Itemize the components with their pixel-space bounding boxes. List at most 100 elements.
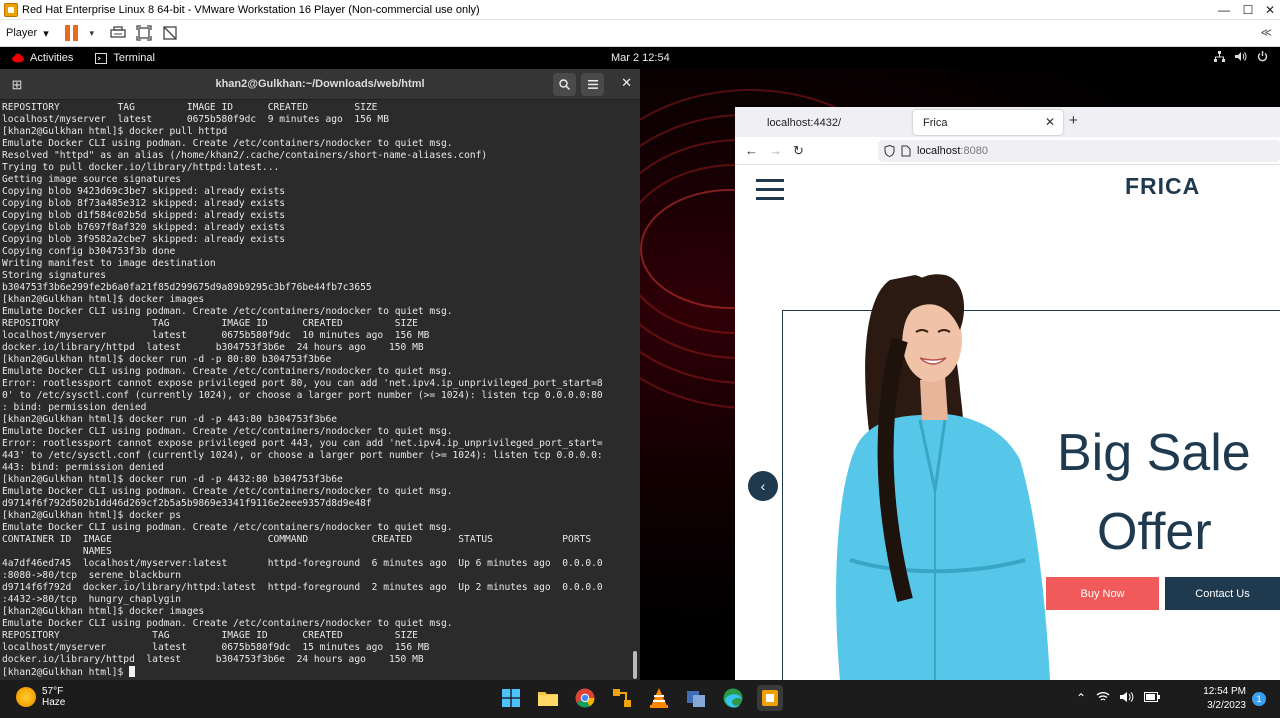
terminal-line: [khan2@Gulkhan html]$ docker ps [2, 510, 182, 521]
terminal-header-bar: ⊞ khan2@Gulkhan:~/Downloads/web/html ✕ [0, 69, 640, 100]
new-tab-button[interactable]: + [1069, 112, 1078, 129]
terminal-line: Copying blob 9423d69c3be7 skipped: alrea… [2, 186, 286, 197]
close-icon[interactable]: ✕ [621, 75, 632, 91]
tab-label: Frica [923, 116, 948, 129]
terminal-line: [khan2@Gulkhan html]$ docker images [2, 294, 205, 305]
hero-model-image [836, 274, 1050, 680]
search-button[interactable] [553, 73, 576, 96]
taskbar-clock[interactable]: 12:54 PM 3/2/2023 [1203, 685, 1246, 713]
buy-now-button[interactable]: Buy Now [1046, 577, 1159, 610]
terminal-line: REPOSITORY TAG IMAGE ID CREATED SIZE [2, 102, 378, 113]
site-brand-logo[interactable]: FRICA [1125, 173, 1200, 200]
terminal-line: 443: bind: permission denied [2, 462, 164, 473]
weather-condition: Haze [42, 697, 66, 708]
chrome-icon[interactable] [572, 685, 598, 711]
minimize-button[interactable]: — [1212, 0, 1236, 20]
terminal-prompt-line[interactable]: [khan2@Gulkhan html]$ [2, 666, 630, 679]
pause-vm-button[interactable] [64, 25, 79, 41]
terminal-output[interactable]: REPOSITORY TAG IMAGE ID CREATED SIZE loca… [2, 102, 630, 680]
volume-icon [1235, 51, 1247, 65]
terminal-line: localhost/myserver latest 0675b580f9dc 1… [2, 330, 430, 341]
page-icon [901, 145, 911, 157]
terminal-line: Emulate Docker CLI using podman. Create … [2, 618, 453, 629]
vmware-app-icon [4, 2, 18, 17]
activities-label: Activities [30, 52, 74, 64]
notification-badge[interactable]: 1 [1252, 692, 1266, 706]
network-icon [1214, 51, 1225, 65]
system-tray[interactable] [1214, 51, 1268, 65]
terminal-line: docker.io/library/httpd latest b304753f3… [2, 654, 424, 665]
menu-icon [587, 80, 598, 89]
terminal-line: [khan2@Gulkhan html]$ docker images [2, 606, 205, 617]
chevron-up-icon[interactable]: ⌃ [1076, 691, 1086, 706]
hero-headline-line2: Offer [1097, 503, 1212, 561]
terminal-line: Copying blob d1f584c02b5d skipped: alrea… [2, 210, 286, 221]
search-icon [559, 79, 570, 90]
terminal-line: docker.io/library/httpd latest b304753f3… [2, 342, 424, 353]
vlc-icon[interactable] [646, 685, 672, 711]
terminal-line: Storing signatures [2, 270, 106, 281]
terminal-line: Copying blob 3f9582a2cbe7 skipped: alrea… [2, 234, 286, 245]
contact-us-button[interactable]: Contact Us [1165, 577, 1280, 610]
terminal-line: [khan2@Gulkhan html]$ docker run -d -p 8… [2, 354, 332, 365]
back-arrow-icon[interactable]: ← [745, 143, 758, 158]
terminal-line: localhost/myserver latest 0675b580f9dc 1… [2, 642, 430, 653]
terminal-line: REPOSITORY TAG IMAGE ID CREATED SIZE [2, 630, 418, 641]
terminal-line: [khan2@Gulkhan html]$ docker run -d -p 4… [2, 414, 338, 425]
gnome-top-bar: Activities Terminal Mar 2 12:54 [0, 47, 1280, 69]
terminal-line: Emulate Docker CLI using podman. Create … [2, 306, 453, 317]
weather-temperature: 57°F [42, 686, 64, 697]
file-explorer-icon[interactable] [535, 685, 561, 711]
activities-button[interactable]: Activities [12, 52, 73, 64]
volume-icon[interactable] [1120, 691, 1134, 706]
chevron-left-icon: ‹ [760, 478, 766, 494]
vmware-player-taskbar-icon[interactable] [757, 685, 783, 711]
url-bar[interactable]: localhost:8080 [878, 140, 1280, 162]
slider-prev-button[interactable]: ‹ [748, 471, 778, 501]
weather-widget[interactable]: 57°F Haze [16, 686, 65, 708]
terminal-line: Copying blob b7697f8af320 skipped: alrea… [2, 222, 286, 233]
battery-icon[interactable] [1144, 691, 1160, 706]
maximize-button[interactable]: ☐ [1236, 0, 1260, 20]
wifi-icon[interactable] [1096, 691, 1110, 706]
terminal-scrollbar[interactable] [633, 651, 637, 679]
terminal-line: NAMES [2, 546, 112, 557]
reload-icon[interactable]: ↻ [793, 143, 804, 159]
fit-guest-icon[interactable] [135, 24, 153, 42]
terminal-window[interactable]: ⊞ khan2@Gulkhan:~/Downloads/web/html ✕ R… [0, 69, 640, 680]
chevron-down-icon[interactable]: ▾ [83, 24, 101, 42]
unity-mode-icon[interactable] [161, 24, 179, 42]
close-window-button[interactable]: ✕ [1258, 0, 1280, 20]
network-tool-icon[interactable] [609, 685, 635, 711]
terminal-line: Error: rootlessport cannot expose privil… [2, 378, 603, 389]
player-menu[interactable]: Player ▾ [6, 27, 49, 40]
edge-icon[interactable] [720, 685, 746, 711]
taskbar-apps [498, 685, 783, 711]
tab-localhost-4432[interactable]: localhost:4432/ ✕ [757, 110, 932, 135]
windows-start-icon[interactable] [498, 685, 524, 711]
tab-frica[interactable]: Frica ✕ [913, 110, 1063, 135]
weather-sun-icon [16, 687, 36, 707]
taskbar-tray: ⌃ [1076, 691, 1160, 706]
terminal-line: :4432->80/tcp hungry_chaplygin [2, 594, 182, 605]
vmware-tools-icon[interactable] [683, 685, 709, 711]
app-menu-label: Terminal [113, 52, 155, 64]
forward-arrow-icon[interactable]: → [769, 143, 782, 158]
hero-headline-line1: Big Sale [1057, 424, 1251, 482]
terminal-line: Resolved "httpd" as an alias (/home/khan… [2, 150, 488, 161]
app-menu-terminal[interactable]: Terminal [95, 52, 155, 64]
terminal-line: d9714f6f792d docker.io/library/httpd:lat… [2, 582, 603, 593]
taskbar-date: 3/2/2023 [1207, 700, 1246, 711]
terminal-line: Writing manifest to image destination [2, 258, 216, 269]
terminal-line: localhost/myserver latest 0675b580f9dc 9… [2, 114, 389, 125]
send-ctrl-alt-del-icon[interactable] [109, 24, 127, 42]
power-icon [1257, 51, 1268, 65]
hamburger-menu-button[interactable] [581, 73, 604, 96]
collapse-toolbar-button[interactable]: ≪ [1260, 26, 1272, 39]
close-icon[interactable]: ✕ [1045, 115, 1055, 129]
navigation-bar: ← → ↻ localhost:8080 [735, 137, 1280, 165]
terminal-line: Emulate Docker CLI using podman. Create … [2, 486, 453, 497]
firefox-window[interactable]: localhost:4432/ ✕ Frica ✕ + ← → ↻ localh… [735, 107, 1280, 680]
gnome-clock[interactable]: Mar 2 12:54 [611, 52, 670, 64]
hamburger-menu-icon[interactable] [756, 179, 784, 206]
